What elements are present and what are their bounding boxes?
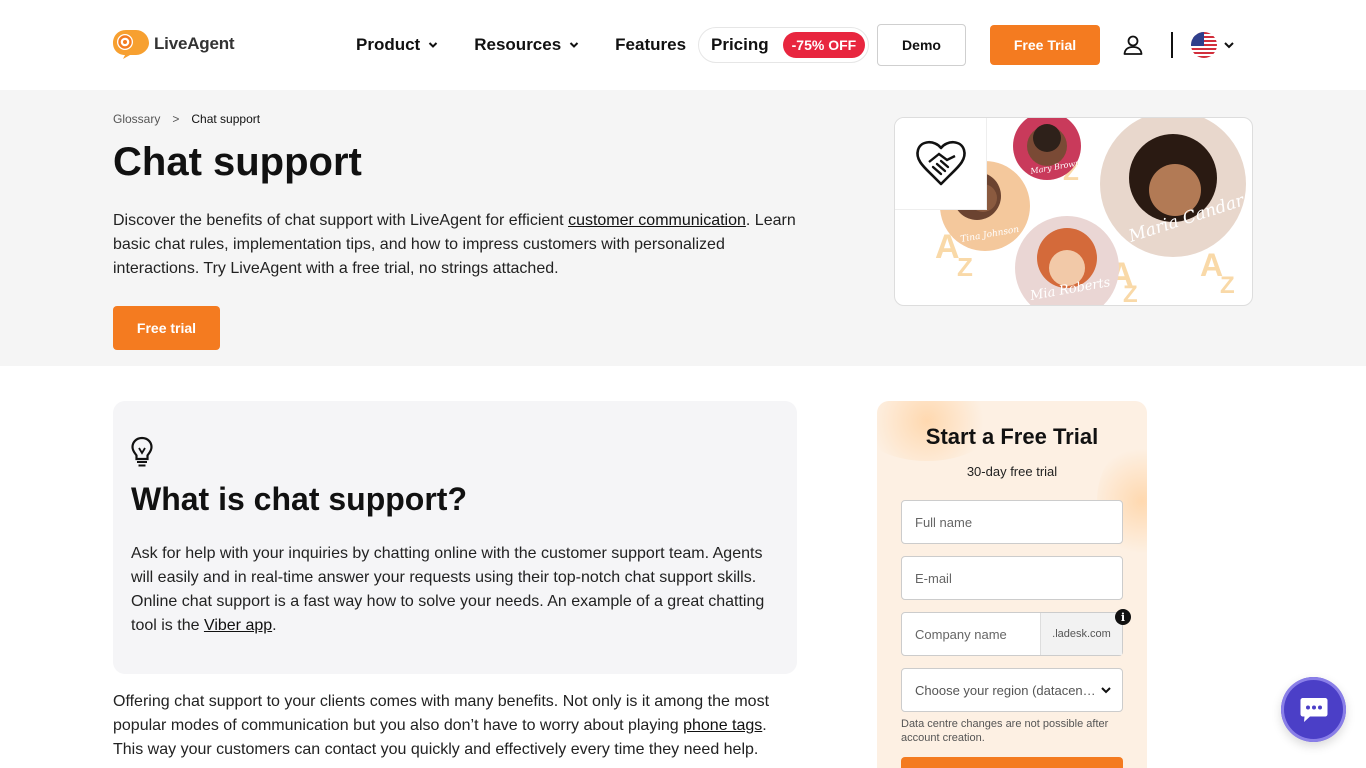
us-flag-icon[interactable] [1191, 32, 1217, 58]
lightbulb-icon [131, 436, 153, 467]
demo-button[interactable]: Demo [877, 24, 966, 66]
hero-description: Discover the benefits of chat support wi… [113, 209, 813, 281]
svg-text:Z: Z [1220, 272, 1235, 299]
liveagent-logo-icon [113, 30, 149, 59]
nav-product[interactable]: Product [356, 35, 438, 55]
logo-text: LiveAgent [154, 34, 235, 53]
definition-text: Ask for help with your inquiries by chat… [131, 542, 781, 638]
nav-pricing[interactable]: Pricing -75% OFF [698, 27, 869, 63]
handshake-icon [915, 140, 966, 185]
viber-app-link[interactable]: Viber app [204, 617, 272, 634]
body-paragraph-text: Offering chat support to your clients co… [113, 693, 770, 734]
breadcrumb-separator: > [172, 112, 180, 126]
info-icon[interactable]: i [1115, 609, 1131, 625]
chat-widget-button[interactable] [1281, 677, 1346, 742]
hero-illustration: AZ Z AZ AZ Mary Brown Tina Johnson Maria… [894, 117, 1253, 306]
customer-communication-link[interactable]: customer communication [568, 212, 746, 229]
handshake-icon-box [895, 118, 987, 210]
free-trial-header-button[interactable]: Free Trial [990, 25, 1100, 65]
signup-submit-button[interactable] [901, 757, 1123, 768]
company-name-field[interactable]: Company name .ladesk.com [901, 612, 1123, 656]
body-paragraph: Offering chat support to your clients co… [113, 690, 793, 762]
nav-product-label: Product [356, 35, 421, 54]
definition-text-end: . [272, 617, 277, 634]
chat-icon [1300, 697, 1327, 722]
discount-badge: -75% OFF [782, 32, 866, 58]
main-nav: Product Resources Features [356, 24, 686, 66]
section-title: What is chat support? [131, 481, 467, 517]
full-name-field[interactable]: Full name [901, 500, 1123, 544]
svg-text:Z: Z [1123, 281, 1138, 306]
chevron-down-icon [1101, 687, 1111, 694]
region-select[interactable]: Choose your region (datacen… [901, 668, 1123, 712]
datacenter-note: Data centre changes are not possible aft… [901, 718, 1109, 744]
header-divider [1171, 32, 1173, 58]
signup-form: Start a Free Trial 30-day free trial Ful… [877, 401, 1147, 768]
breadcrumb-glossary[interactable]: Glossary [113, 112, 160, 126]
nav-pricing-label: Pricing [711, 35, 769, 54]
email-placeholder: E-mail [915, 570, 952, 586]
hero-desc-text: Discover the benefits of chat support wi… [113, 212, 569, 229]
signup-title: Start a Free Trial [925, 424, 1099, 449]
chevron-down-icon [429, 42, 438, 48]
svg-text:Z: Z [957, 252, 973, 282]
nav-features[interactable]: Features [615, 35, 686, 55]
breadcrumb-current: Chat support [191, 112, 261, 126]
phone-tags-link[interactable]: phone tags [683, 717, 762, 734]
user-icon[interactable] [1122, 34, 1144, 56]
page-title: Chat support [113, 140, 362, 184]
company-name-placeholder: Company name [915, 626, 1007, 642]
chevron-down-icon[interactable] [1223, 40, 1235, 50]
free-trial-button[interactable]: Free trial [113, 306, 220, 350]
logo[interactable]: LiveAgent [112, 28, 235, 60]
region-placeholder: Choose your region (datacen… [915, 682, 1096, 698]
email-field[interactable]: E-mail [901, 556, 1123, 600]
nav-resources-label: Resources [474, 35, 562, 54]
domain-suffix: .ladesk.com [1040, 613, 1122, 655]
breadcrumb: Glossary > Chat support [113, 112, 260, 126]
site-header: LiveAgent Product Resources Features Pri… [0, 0, 1366, 90]
signup-subtitle: 30-day free trial [966, 464, 1058, 479]
nav-features-label: Features [615, 35, 687, 54]
nav-resources[interactable]: Resources [474, 35, 579, 55]
full-name-placeholder: Full name [915, 514, 973, 530]
chevron-down-icon [569, 42, 579, 48]
